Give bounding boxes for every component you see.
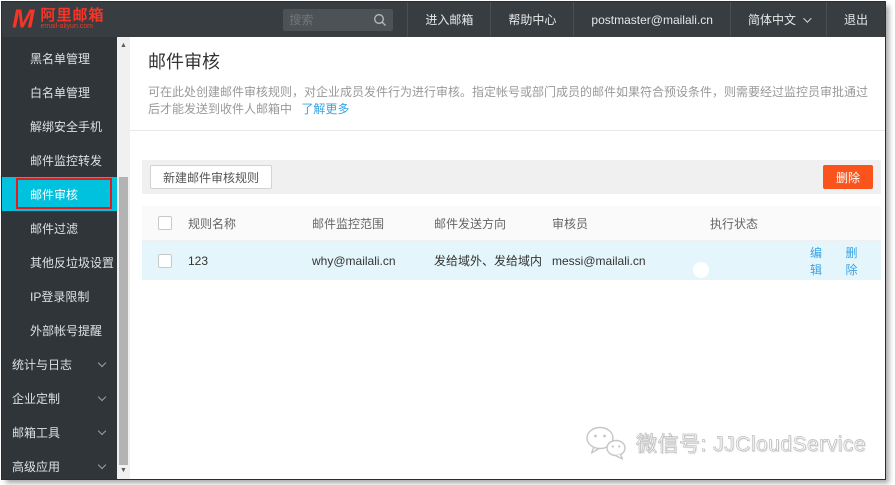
content-header: 邮件审核 可在此处创建邮件审核规则，对企业成员发件行为进行审核。指定帐号或部门成… xyxy=(130,37,885,131)
chevron-down-icon xyxy=(803,13,812,23)
new-audit-rule-button[interactable]: 新建邮件审核规则 xyxy=(150,165,273,189)
sidebar-scrollbar[interactable]: ▲ ▼ xyxy=(117,37,130,479)
search-icon[interactable] xyxy=(373,13,387,27)
sidebar-group-label: 高级应用 xyxy=(12,459,61,474)
main-content: 邮件审核 可在此处创建邮件审核规则，对企业成员发件行为进行审核。指定帐号或部门成… xyxy=(130,37,885,479)
scrollbar-thumb[interactable] xyxy=(119,177,128,465)
chevron-down-icon xyxy=(97,392,107,401)
language-label: 简体中文 xyxy=(747,13,796,27)
row-checkbox[interactable] xyxy=(158,253,172,268)
edit-link[interactable]: 编辑 xyxy=(810,244,834,278)
header-rule-name: 规则名称 xyxy=(188,216,237,231)
search-box[interactable] xyxy=(283,8,394,31)
sidebar-item-ip-login-limit[interactable]: IP登录限制 xyxy=(2,279,117,313)
app-window: M 阿里邮箱 email-aliyun.com 进入邮箱 帮助中心 postma… xyxy=(1,1,886,480)
sidebar-item-mail-monitor-forward[interactable]: 邮件监控转发 xyxy=(2,143,117,177)
sidebar: 黑名单管理 白名单管理 解绑安全手机 邮件监控转发 邮件审核 邮件过滤 其他反垃… xyxy=(2,37,117,479)
header-auditor: 审核员 xyxy=(552,216,589,231)
cell-send-direction: 发给域外、发给域内 xyxy=(434,254,543,268)
brand-domain: email-aliyun.com xyxy=(40,23,94,30)
topbar: M 阿里邮箱 email-aliyun.com 进入邮箱 帮助中心 postma… xyxy=(2,2,885,37)
sidebar-item-antispam-settings[interactable]: 其他反垃圾设置 xyxy=(2,245,117,279)
chevron-down-icon xyxy=(97,358,107,367)
sidebar-group-advanced-apps[interactable]: 高级应用 xyxy=(2,449,117,479)
delete-button[interactable]: 删除 xyxy=(822,165,873,189)
cell-auditor: messi@mailali.cn xyxy=(552,253,646,268)
page-description: 可在此处创建邮件审核规则，对企业成员发件行为进行审核。指定帐号或部门成员的邮件如… xyxy=(148,83,869,117)
audit-rules-table: 规则名称 邮件监控范围 邮件发送方向 审核员 执行状态 123 why@mail… xyxy=(142,206,881,280)
chevron-down-icon xyxy=(97,460,107,469)
sidebar-group-stats-logs[interactable]: 统计与日志 xyxy=(2,347,117,381)
toolbar: 新建邮件审核规则 删除 xyxy=(142,160,881,194)
cell-monitor-scope: why@mailali.cn xyxy=(312,253,396,268)
table-header-row: 规则名称 邮件监控范围 邮件发送方向 审核员 执行状态 xyxy=(142,206,881,241)
page-title: 邮件审核 xyxy=(148,52,220,72)
select-all-checkbox[interactable] xyxy=(158,216,172,230)
sidebar-item-whitelist[interactable]: 白名单管理 xyxy=(2,75,117,109)
aliyun-mail-logo-icon: M xyxy=(12,4,35,34)
sidebar-group-mailbox-tools[interactable]: 邮箱工具 xyxy=(2,415,117,449)
cell-rule-name: 123 xyxy=(188,253,209,268)
enter-mailbox-button[interactable]: 进入邮箱 xyxy=(407,2,490,37)
scroll-up-icon[interactable]: ▲ xyxy=(117,39,130,52)
sidebar-group-label: 统计与日志 xyxy=(12,357,73,372)
header-exec-status: 执行状态 xyxy=(710,216,759,231)
account-menu[interactable]: postmaster@mailali.cn xyxy=(573,2,730,37)
sidebar-item-unbind-phone[interactable]: 解绑安全手机 xyxy=(2,109,117,143)
sidebar-group-label: 邮箱工具 xyxy=(12,425,61,440)
sidebar-item-mail-audit[interactable]: 邮件审核 xyxy=(2,177,117,211)
sidebar-group-label: 企业定制 xyxy=(12,391,61,406)
header-send-direction: 邮件发送方向 xyxy=(434,216,507,231)
toggle-knob-icon xyxy=(693,261,709,278)
language-selector[interactable]: 简体中文 xyxy=(729,2,826,37)
sidebar-item-mail-filter[interactable]: 邮件过滤 xyxy=(2,211,117,245)
topbar-menu: 进入邮箱 帮助中心 postmaster@mailali.cn 简体中文 退出 xyxy=(407,2,885,37)
description-text: 可在此处创建邮件审核规则，对企业成员发件行为进行审核。指定帐号或部门成员的邮件如… xyxy=(148,85,869,116)
help-center-button[interactable]: 帮助中心 xyxy=(490,2,573,37)
sidebar-group-enterprise-custom[interactable]: 企业定制 xyxy=(2,381,117,415)
chevron-down-icon xyxy=(97,426,107,435)
brand-name: 阿里邮箱 xyxy=(40,7,105,24)
logout-button[interactable]: 退出 xyxy=(825,2,885,37)
header-monitor-scope: 邮件监控范围 xyxy=(312,216,385,231)
sidebar-item-label: 邮件审核 xyxy=(30,187,79,202)
delete-link[interactable]: 删除 xyxy=(846,244,870,278)
brand-logo: M 阿里邮箱 email-aliyun.com xyxy=(2,2,115,37)
sidebar-item-blacklist[interactable]: 黑名单管理 xyxy=(2,41,117,75)
learn-more-link[interactable]: 了解更多 xyxy=(301,102,349,116)
sidebar-item-external-account[interactable]: 外部帐号提醒 xyxy=(2,313,117,347)
table-row: 123 why@mailali.cn 发给域外、发给域内 messi@maila… xyxy=(142,241,881,280)
scroll-down-icon[interactable]: ▼ xyxy=(117,464,130,477)
search-input[interactable] xyxy=(289,12,374,27)
